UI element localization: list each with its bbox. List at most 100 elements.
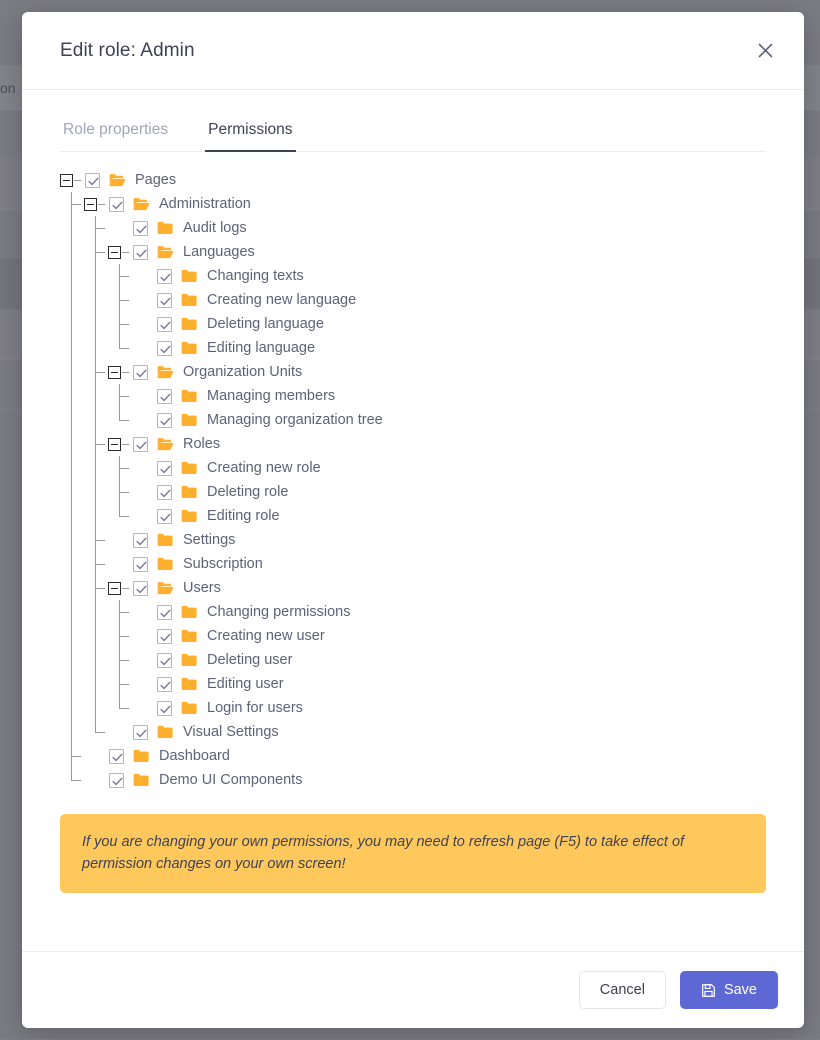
tree-node-label[interactable]: Deleting user xyxy=(207,652,292,668)
tree-node-label[interactable]: Editing language xyxy=(207,340,315,356)
tree-node-row[interactable]: Visual Settings xyxy=(60,720,766,744)
tree-node-row[interactable]: Pages xyxy=(60,168,766,192)
tree-node-label[interactable]: Deleting role xyxy=(207,484,288,500)
tree-node-row[interactable]: Deleting role xyxy=(60,480,766,504)
tree-node-label[interactable]: Editing user xyxy=(207,676,284,692)
tree-node-checkbox[interactable] xyxy=(109,772,124,788)
tree-node-checkbox[interactable] xyxy=(157,388,172,404)
save-button[interactable]: Save xyxy=(679,971,778,1009)
tree-node-row[interactable]: Administration xyxy=(60,192,766,216)
tree-node-checkbox[interactable] xyxy=(157,652,172,668)
tree-node-label[interactable]: Deleting language xyxy=(207,316,324,332)
tree-node-label[interactable]: Audit logs xyxy=(183,220,247,236)
tree-expander-toggle[interactable] xyxy=(108,581,121,595)
tree-node-label[interactable]: Roles xyxy=(183,436,220,452)
tree-expander-toggle[interactable] xyxy=(108,437,121,451)
tree-node-row[interactable]: Editing language xyxy=(60,336,766,360)
tree-node-label[interactable]: Subscription xyxy=(183,556,263,572)
tree-expander-spacer xyxy=(108,540,129,541)
tab-role-properties[interactable]: Role properties xyxy=(60,121,171,151)
tree-node-checkbox[interactable] xyxy=(133,532,148,548)
tree-node-checkbox[interactable] xyxy=(109,196,124,212)
tree-node-label[interactable]: Login for users xyxy=(207,700,303,716)
tree-node-checkbox[interactable] xyxy=(133,724,148,740)
tree-node-label[interactable]: Languages xyxy=(183,244,255,260)
tree-node-label[interactable]: Creating new user xyxy=(207,628,325,644)
tree-guide-line xyxy=(71,408,72,432)
tree-node-checkbox[interactable] xyxy=(157,340,172,356)
tree-node-row[interactable]: Managing members xyxy=(60,384,766,408)
tree-node-checkbox[interactable] xyxy=(85,172,100,188)
tree-guide-line xyxy=(95,732,105,733)
tree-node-row[interactable]: Creating new role xyxy=(60,456,766,480)
tree-expander-toggle[interactable] xyxy=(60,173,73,187)
tree-node-row[interactable]: Languages xyxy=(60,240,766,264)
tree-node-label[interactable]: Users xyxy=(183,580,221,596)
tree-node-checkbox[interactable] xyxy=(157,268,172,284)
tree-node-checkbox[interactable] xyxy=(133,436,148,452)
tree-node-row[interactable]: Login for users xyxy=(60,696,766,720)
tree-node-checkbox[interactable] xyxy=(157,292,172,308)
tree-node-checkbox[interactable] xyxy=(133,220,148,236)
tree-node-row[interactable]: Editing role xyxy=(60,504,766,528)
tree-node-row[interactable]: Deleting user xyxy=(60,648,766,672)
tree-node-checkbox[interactable] xyxy=(157,676,172,692)
tree-node-row[interactable]: Dashboard xyxy=(60,744,766,768)
tree-node-label[interactable]: Organization Units xyxy=(183,364,302,380)
tree-node-row[interactable]: Roles xyxy=(60,432,766,456)
tree-node-checkbox[interactable] xyxy=(133,580,148,596)
tree-node-checkbox[interactable] xyxy=(133,556,148,572)
tree-node-row[interactable]: Deleting language xyxy=(60,312,766,336)
tree-guide-line xyxy=(71,204,81,205)
tree-node-label[interactable]: Visual Settings xyxy=(183,724,279,740)
tree-node-checkbox[interactable] xyxy=(157,628,172,644)
tree-indent xyxy=(84,480,108,504)
tree-node-checkbox[interactable] xyxy=(157,604,172,620)
tree-node-label[interactable]: Creating new role xyxy=(207,460,321,476)
tab-permissions[interactable]: Permissions xyxy=(205,121,296,152)
tree-node-label[interactable]: Changing permissions xyxy=(207,604,350,620)
tree-expander-toggle[interactable] xyxy=(84,197,97,211)
tree-node-checkbox[interactable] xyxy=(157,484,172,500)
tree-expander-spacer xyxy=(132,324,153,325)
tree-node-label[interactable]: Administration xyxy=(159,196,251,212)
tree-node-row[interactable]: Creating new language xyxy=(60,288,766,312)
tree-node-checkbox[interactable] xyxy=(133,244,148,260)
tree-expander-toggle[interactable] xyxy=(108,365,121,379)
tree-node-checkbox[interactable] xyxy=(109,748,124,764)
tree-node-label[interactable]: Dashboard xyxy=(159,748,230,764)
tree-node-row[interactable]: Settings xyxy=(60,528,766,552)
tree-node-checkbox[interactable] xyxy=(157,460,172,476)
tree-node-row[interactable]: Organization Units xyxy=(60,360,766,384)
tree-node-checkbox[interactable] xyxy=(157,508,172,524)
tree-node-label[interactable]: Demo UI Components xyxy=(159,772,302,788)
tree-node-row[interactable]: Changing permissions xyxy=(60,600,766,624)
tree-node-label[interactable]: Changing texts xyxy=(207,268,304,284)
tree-node-checkbox[interactable] xyxy=(157,316,172,332)
tree-node-row[interactable]: Managing organization tree xyxy=(60,408,766,432)
tree-node-checkbox[interactable] xyxy=(157,700,172,716)
tree-node-row[interactable]: Changing texts xyxy=(60,264,766,288)
tree-node-label[interactable]: Settings xyxy=(183,532,235,548)
close-button[interactable] xyxy=(748,34,782,68)
tree-guide-line xyxy=(71,504,72,528)
tree-node-row[interactable]: Demo UI Components xyxy=(60,768,766,792)
tree-indent xyxy=(84,432,108,456)
tree-node-checkbox[interactable] xyxy=(133,364,148,380)
tree-node-row[interactable]: Users xyxy=(60,576,766,600)
folder-closed-icon xyxy=(181,629,198,644)
tree-indent xyxy=(60,192,84,216)
tree-node-label[interactable]: Pages xyxy=(135,172,176,188)
folder-open-icon xyxy=(133,197,150,212)
tree-node-label[interactable]: Managing members xyxy=(207,388,335,404)
tree-node-checkbox[interactable] xyxy=(157,412,172,428)
tree-node-label[interactable]: Creating new language xyxy=(207,292,356,308)
tree-expander-toggle[interactable] xyxy=(108,245,121,259)
tree-node-row[interactable]: Subscription xyxy=(60,552,766,576)
cancel-button[interactable]: Cancel xyxy=(578,971,666,1009)
tree-node-label[interactable]: Editing role xyxy=(207,508,280,524)
tree-node-row[interactable]: Editing user xyxy=(60,672,766,696)
tree-node-label[interactable]: Managing organization tree xyxy=(207,412,383,428)
tree-node-row[interactable]: Creating new user xyxy=(60,624,766,648)
tree-node-row[interactable]: Audit logs xyxy=(60,216,766,240)
